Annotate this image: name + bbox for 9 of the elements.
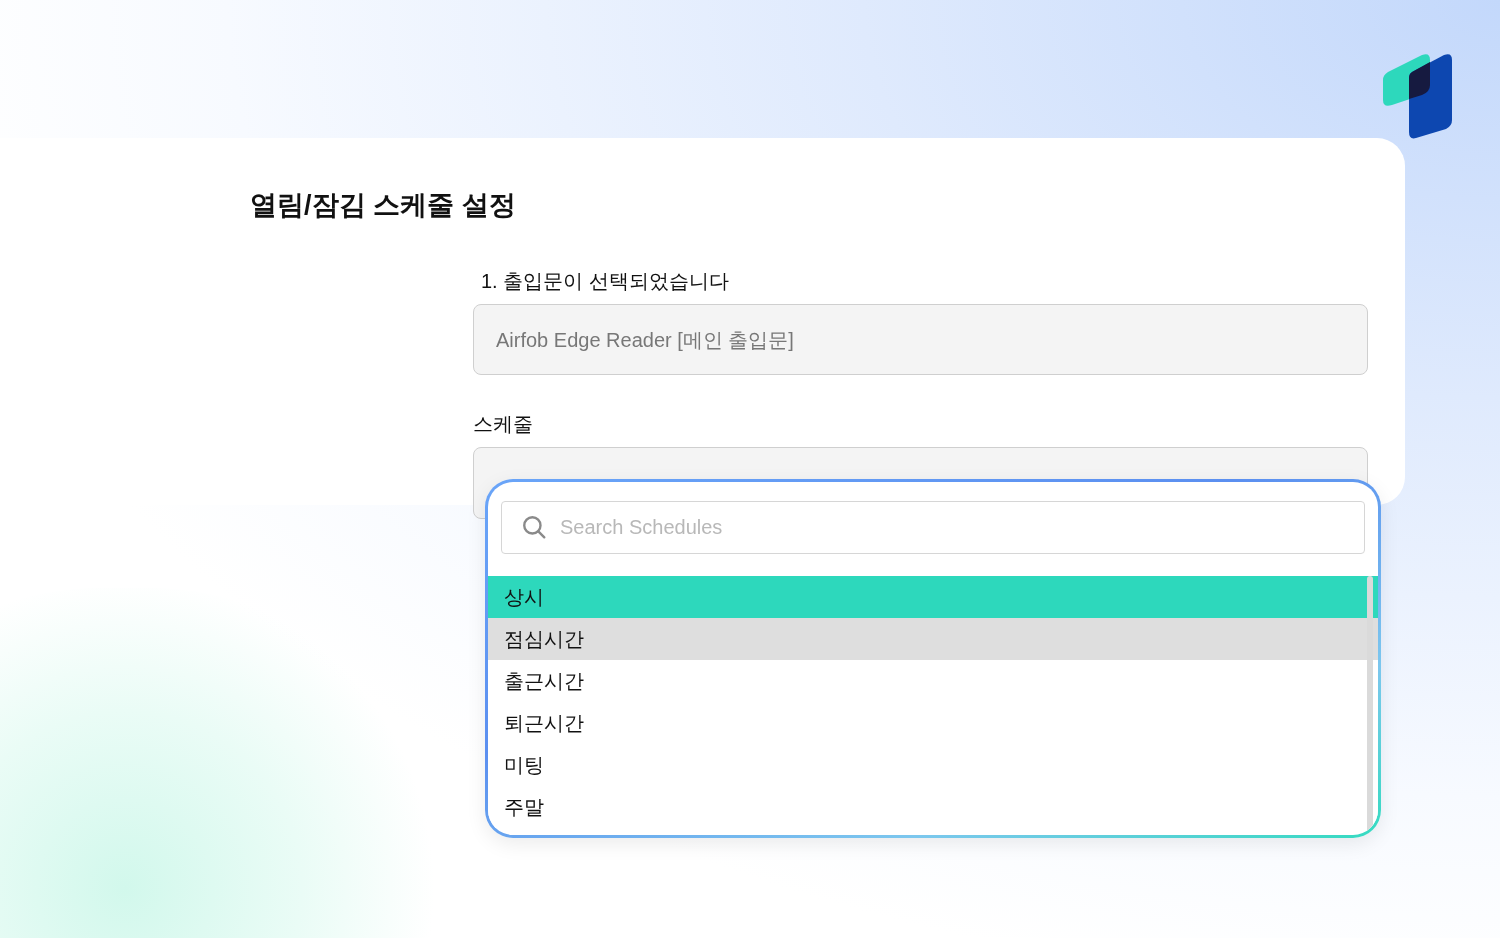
door-field[interactable]: Airfob Edge Reader [메인 출입문] bbox=[473, 304, 1368, 375]
field-label: 스케줄 bbox=[473, 412, 534, 437]
schedule-option[interactable]: 점심시간 bbox=[488, 618, 1378, 660]
scrollbar[interactable] bbox=[1367, 576, 1373, 833]
field-label: 1. 출입문이 선택되었습니다 bbox=[481, 269, 730, 294]
search-icon bbox=[521, 514, 547, 540]
schedule-option[interactable]: 상시 bbox=[488, 576, 1378, 618]
page-title: 열림/잠김 스케줄 설정 bbox=[250, 189, 517, 222]
search-field[interactable]: Search Schedules bbox=[501, 501, 1365, 554]
